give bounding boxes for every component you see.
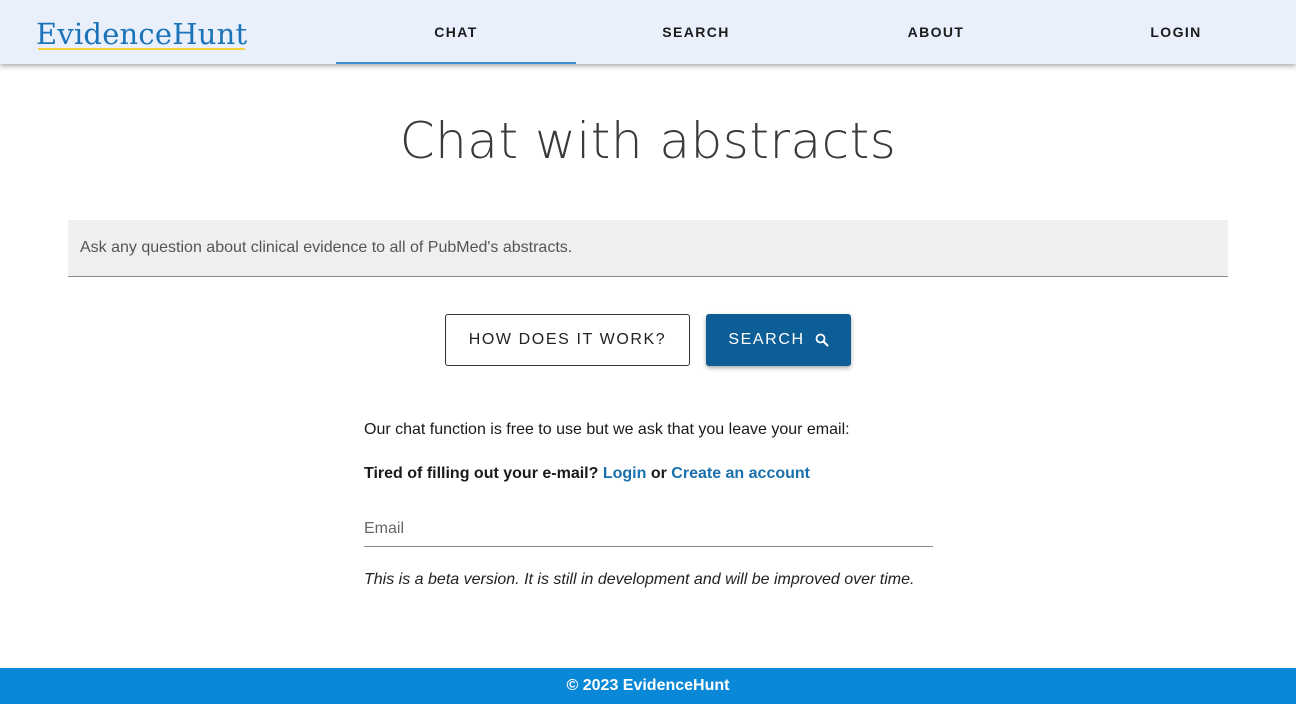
- nav-tab-search-label: SEARCH: [662, 24, 730, 40]
- evidencehunt-logo[interactable]: EvidenceHunt: [36, 12, 247, 52]
- logo-underline: [38, 48, 246, 50]
- site-footer: © 2023 EvidenceHunt: [0, 668, 1296, 704]
- beta-note: This is a beta version. It is still in d…: [364, 571, 915, 588]
- create-account-link[interactable]: Create an account: [671, 465, 810, 482]
- question-input[interactable]: [68, 220, 1228, 276]
- page-title: Chat with abstracts: [399, 112, 897, 170]
- search-button[interactable]: SEARCH: [706, 314, 851, 366]
- login-prompt-text: Tired of filling out your e-mail?: [364, 465, 599, 482]
- nav-tab-chat-label: CHAT: [434, 24, 478, 40]
- site-header: EvidenceHunt CHAT SEARCH ABOUT LOGIN: [0, 0, 1296, 64]
- login-prompt-or: or: [650, 465, 667, 482]
- nav-tab-search[interactable]: SEARCH: [576, 0, 816, 64]
- nav-tab-about[interactable]: ABOUT: [816, 0, 1056, 64]
- login-prompt: Tired of filling out your e-mail? Login …: [364, 465, 810, 483]
- email-field: [364, 512, 933, 547]
- email-input[interactable]: [364, 512, 933, 546]
- question-field: [68, 220, 1228, 277]
- footer-copyright: © 2023 EvidenceHunt: [566, 677, 730, 694]
- nav-tab-about-label: ABOUT: [907, 24, 965, 40]
- email-request-text: Our chat function is free to use but we …: [364, 421, 850, 438]
- how-does-it-work-label: HOW DOES IT WORK?: [468, 331, 667, 348]
- nav-tab-login[interactable]: LOGIN: [1056, 0, 1296, 64]
- login-link[interactable]: Login: [603, 465, 647, 482]
- nav-tab-chat[interactable]: CHAT: [336, 0, 576, 64]
- how-does-it-work-button[interactable]: HOW DOES IT WORK?: [445, 314, 690, 366]
- nav-tab-login-label: LOGIN: [1150, 24, 1202, 40]
- search-icon: [815, 333, 829, 347]
- logo-text: EvidenceHunt: [36, 17, 248, 51]
- search-button-label: SEARCH: [728, 331, 805, 348]
